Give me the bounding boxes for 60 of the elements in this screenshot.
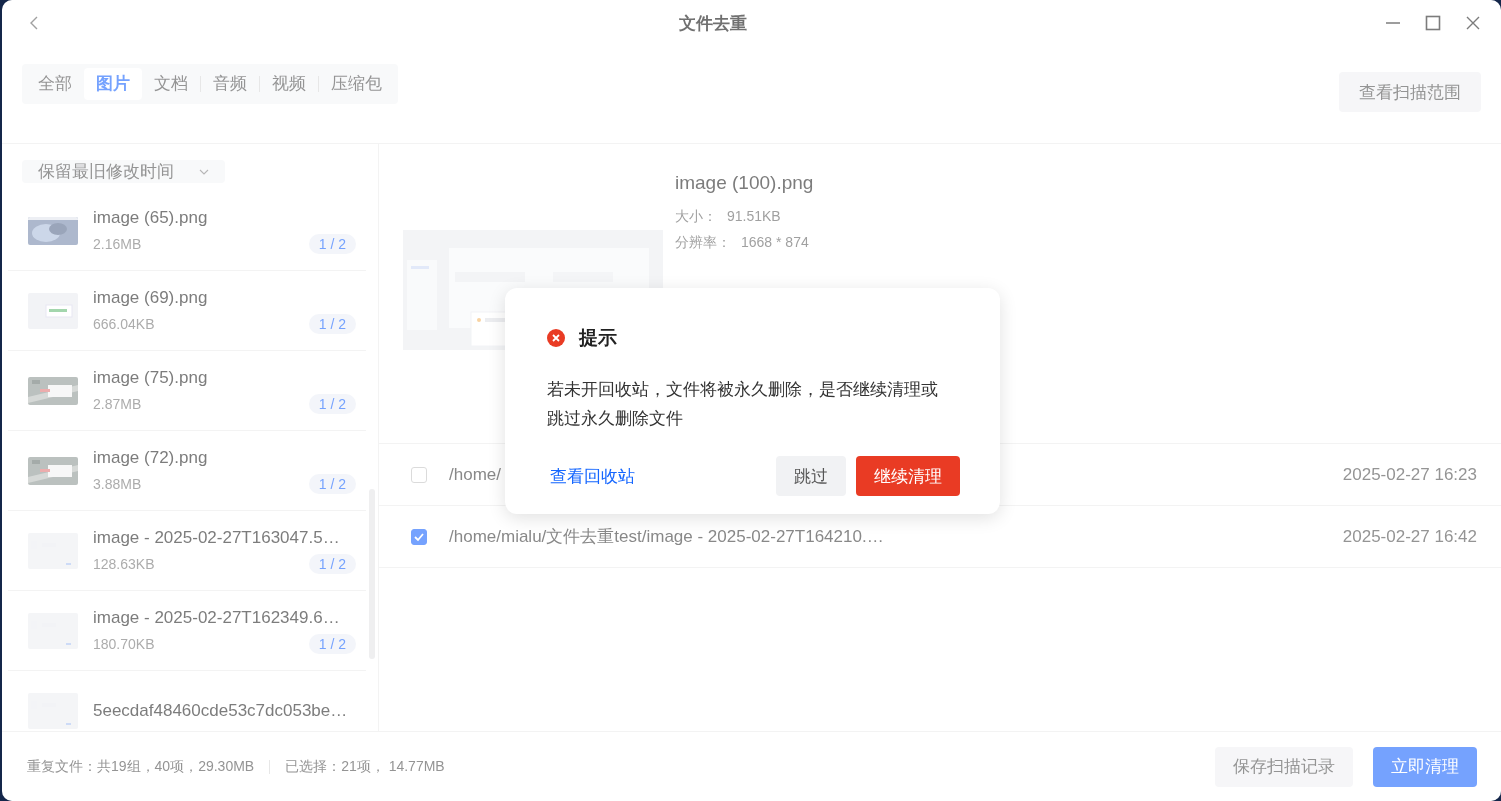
file-name: image (100).png bbox=[675, 172, 814, 194]
clean-now-button[interactable]: 立即清理 bbox=[1373, 746, 1477, 787]
file-name: image (65).png bbox=[93, 207, 209, 228]
dialog-title: 提示 bbox=[579, 326, 617, 350]
close-icon[interactable] bbox=[1465, 15, 1481, 31]
window-title: 文件去重 bbox=[677, 12, 748, 35]
tab[interactable]: 图片 bbox=[84, 68, 142, 100]
dialog-message: 若未开回收站，文件将被永久删除，是否继续清理或跳过永久删除文件 bbox=[547, 379, 939, 430]
recycle-bin-link[interactable]: 查看回收站 bbox=[547, 464, 635, 488]
file-time: 2025-02-27 16:23 bbox=[1342, 464, 1477, 485]
file-group-item[interactable]: image (65).png 2.16MB 1 / 2 bbox=[8, 191, 366, 271]
file-time: 2025-02-27 16:42 bbox=[1342, 526, 1477, 547]
file-size: 2.16MB bbox=[93, 235, 142, 252]
checkbox[interactable] bbox=[411, 466, 427, 483]
file-size: 666.04KB bbox=[93, 315, 155, 332]
file-size: 2.87MB bbox=[93, 395, 142, 412]
file-size: 128.63KB bbox=[93, 555, 155, 572]
save-record-button[interactable]: 保存扫描记录 bbox=[1215, 746, 1353, 787]
count-badge: 1 / 2 bbox=[308, 233, 356, 254]
file-group-item[interactable]: image (69).png 666.04KB 1 / 2 bbox=[8, 271, 366, 351]
file-size: 3.88MB bbox=[93, 475, 142, 492]
count-badge: 1 / 2 bbox=[308, 313, 356, 334]
file-path: /home/ bbox=[449, 464, 501, 485]
tab[interactable]: 音频 bbox=[201, 68, 259, 100]
file-group-item[interactable]: image (72).png 3.88MB 1 / 2 bbox=[8, 431, 366, 511]
size-label: 大小： bbox=[675, 208, 717, 224]
tab[interactable]: 压缩包 bbox=[319, 68, 394, 100]
maximize-icon[interactable] bbox=[1425, 15, 1441, 31]
checkbox[interactable] bbox=[411, 528, 427, 545]
file-group-item[interactable]: image (75).png 2.87MB 1 / 2 bbox=[8, 351, 366, 431]
file-name: 5eecdaf48460cde53c7dc053be… bbox=[93, 700, 349, 721]
back-icon[interactable] bbox=[28, 15, 40, 31]
count-badge: 1 / 2 bbox=[308, 633, 356, 654]
duplicate-summary: 重复文件：共19组，40项，29.30MB bbox=[27, 757, 255, 776]
file-name: image (72).png bbox=[93, 447, 209, 468]
sort-dropdown[interactable]: 保留最旧修改时间 bbox=[22, 160, 225, 183]
count-badge: 1 / 2 bbox=[308, 393, 356, 414]
resolution-value: 1668 * 874 bbox=[741, 234, 809, 250]
count-badge: 1 / 2 bbox=[308, 473, 356, 494]
size-value: 91.51KB bbox=[727, 208, 781, 224]
file-group-item[interactable]: image - 2025-02-27T162349.6… 180.70KB 1 / 2 bbox=[8, 591, 366, 671]
file-group-item[interactable]: 5eecdaf48460cde53c7dc053be… bbox=[8, 671, 366, 731]
selection-summary: 已选择：21项， 14.77MB bbox=[285, 757, 445, 776]
tab[interactable]: 全部 bbox=[26, 68, 84, 100]
scan-range-button[interactable]: 查看扫描范围 bbox=[1339, 72, 1481, 112]
chevron-down-icon bbox=[199, 168, 209, 175]
file-size: 180.70KB bbox=[93, 635, 155, 652]
tab[interactable]: 文档 bbox=[142, 68, 200, 100]
error-icon bbox=[547, 329, 565, 347]
count-badge: 1 / 2 bbox=[308, 553, 356, 574]
tab[interactable]: 视频 bbox=[260, 68, 318, 100]
file-name: image (75).png bbox=[93, 367, 209, 388]
file-group-item[interactable]: image - 2025-02-27T163047.5… 128.63KB 1 / 2 bbox=[8, 511, 366, 591]
file-path: /home/mialu/文件去重test/image - 2025-02-27T164210.… bbox=[449, 526, 884, 548]
resolution-label: 分辨率： bbox=[675, 234, 731, 250]
skip-button[interactable]: 跳过 bbox=[776, 456, 846, 496]
file-name: image (69).png bbox=[93, 287, 209, 308]
continue-button[interactable]: 继续清理 bbox=[856, 456, 960, 496]
file-name: image - 2025-02-27T163047.5… bbox=[93, 527, 341, 548]
file-name: image - 2025-02-27T162349.6… bbox=[93, 607, 341, 628]
